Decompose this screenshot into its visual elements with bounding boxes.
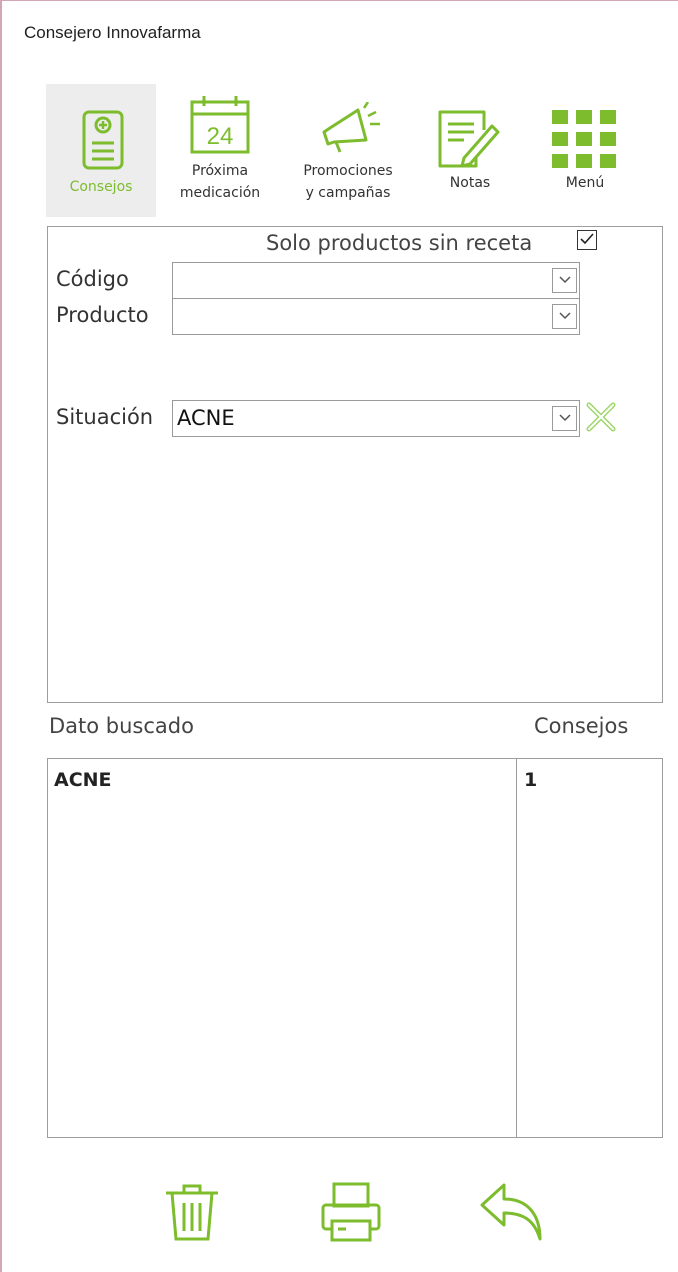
- chevron-down-icon: [559, 276, 571, 284]
- codigo-dropdown-button[interactable]: [552, 268, 577, 293]
- clear-situacion-icon[interactable]: [585, 401, 617, 433]
- nav-notas-label: Notas: [449, 175, 491, 191]
- printer-icon[interactable]: [320, 1181, 382, 1243]
- calendar-icon: 24: [190, 96, 250, 154]
- row-consejos: 1: [524, 769, 538, 791]
- window-title: Consejero Innovafarma: [24, 23, 201, 42]
- situacion-value: ACNE: [177, 406, 235, 430]
- nav-promociones[interactable]: Promociones y campañas: [284, 84, 412, 217]
- app-window: Consejero Innovafarma Consejos 24 Próxim…: [0, 0, 678, 1272]
- solo-sin-receta-label: Solo productos sin receta: [266, 231, 533, 255]
- col-header-dato-buscado: Dato buscado: [49, 714, 194, 738]
- nav-notas[interactable]: Notas: [420, 84, 520, 217]
- nav-promociones-label-1: Promociones: [303, 163, 393, 179]
- situacion-combobox[interactable]: ACNE: [172, 400, 580, 437]
- producto-label: Producto: [56, 303, 149, 327]
- chevron-down-icon: [559, 414, 571, 422]
- producto-combobox[interactable]: [172, 298, 580, 335]
- row-dato: ACNE: [54, 769, 112, 791]
- grid-menu-icon: [552, 110, 616, 168]
- nav-proxima-label-1: Próxima: [191, 163, 249, 179]
- nav-promociones-label-2: y campañas: [305, 185, 391, 201]
- nav-consejos-label: Consejos: [69, 179, 133, 195]
- col-header-consejos: Consejos: [534, 714, 629, 738]
- codigo-label: Código: [56, 267, 129, 291]
- nav-proxima-label-2: medicación: [179, 185, 261, 201]
- checkmark-icon: [580, 233, 594, 245]
- nav-menu[interactable]: Menú: [532, 84, 638, 217]
- megaphone-icon: [322, 102, 380, 153]
- results-list: ACNE 1: [47, 758, 663, 1138]
- chevron-down-icon: [559, 312, 571, 320]
- column-divider: [516, 759, 517, 1137]
- codigo-combobox[interactable]: [172, 262, 580, 299]
- calendar-day: 24: [207, 123, 234, 150]
- nav-menu-label: Menú: [565, 175, 605, 191]
- situacion-label: Situación: [56, 405, 154, 429]
- producto-dropdown-button[interactable]: [552, 304, 577, 329]
- nav-proxima-medicacion[interactable]: 24 Próxima medicación: [164, 84, 276, 217]
- notes-pencil-icon: [438, 110, 500, 168]
- situacion-dropdown-button[interactable]: [552, 406, 577, 431]
- nav-consejos[interactable]: Consejos: [46, 84, 156, 217]
- solo-sin-receta-checkbox[interactable]: [577, 230, 597, 250]
- trash-icon[interactable]: [162, 1181, 222, 1243]
- clipboard-plus-icon: [82, 110, 124, 170]
- undo-arrow-icon[interactable]: [478, 1181, 546, 1243]
